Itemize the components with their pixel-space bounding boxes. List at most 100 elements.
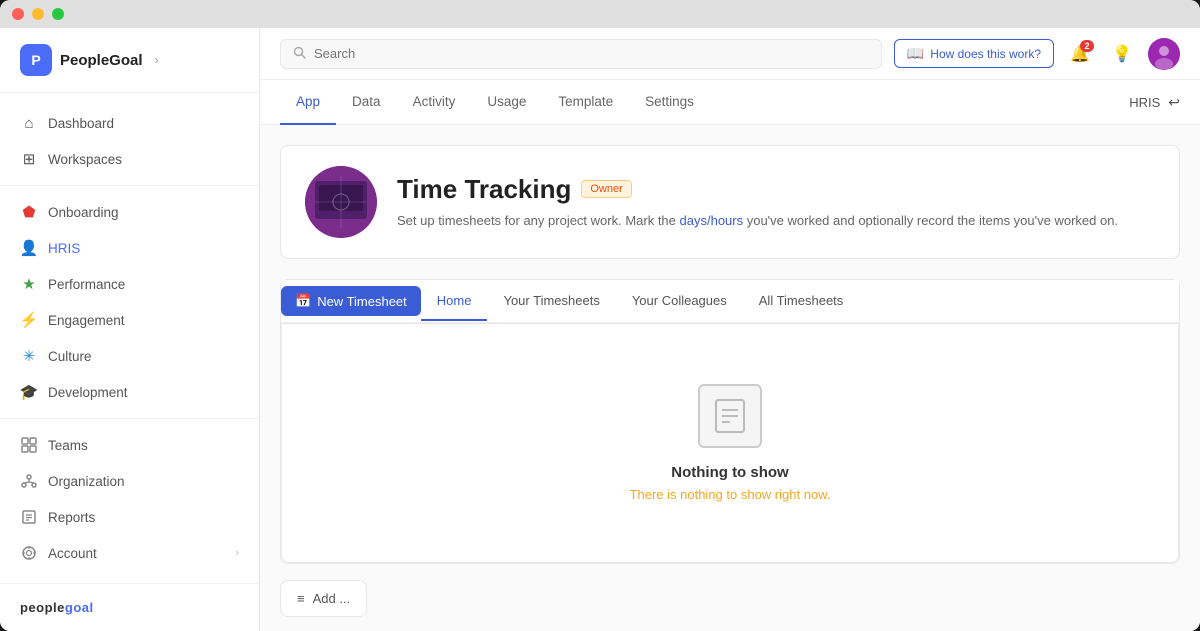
inner-tab-home[interactable]: Home — [421, 282, 488, 321]
sidebar-item-label: Dashboard — [48, 116, 114, 131]
help-label: How does this work? — [930, 47, 1041, 61]
topbar: 📖 How does this work? 🔔 2 💡 — [260, 28, 1200, 80]
sidebar-item-development[interactable]: 🎓 Development — [0, 374, 259, 410]
tabs-right[interactable]: HRIS ↩ — [1129, 94, 1180, 111]
home-icon: ⌂ — [20, 114, 38, 132]
sidebar-logo[interactable]: P PeopleGoal › — [0, 28, 259, 93]
sidebar-item-engagement[interactable]: ⚡ Engagement — [0, 302, 259, 338]
sidebar-item-label: Workspaces — [48, 152, 122, 167]
main-content: 📖 How does this work? 🔔 2 💡 — [260, 28, 1200, 631]
notification-badge: 2 — [1080, 40, 1094, 52]
sidebar-item-label: Engagement — [48, 313, 125, 328]
empty-subtitle: There is nothing to show right now. — [630, 487, 831, 502]
tab-usage[interactable]: Usage — [471, 80, 542, 125]
app-title-row: Time Tracking Owner — [397, 174, 1155, 205]
sidebar-item-label: Performance — [48, 277, 125, 292]
help-button[interactable]: 📖 How does this work? — [894, 39, 1054, 68]
hris-icon: 👤 — [20, 239, 38, 257]
sidebar-item-label: HRIS — [48, 241, 80, 256]
sidebar-item-label: Account — [48, 546, 97, 561]
tab-app[interactable]: App — [280, 80, 336, 125]
add-label: Add ... — [313, 591, 351, 606]
org-icon — [20, 472, 38, 490]
lightbulb-button[interactable]: 💡 — [1106, 38, 1138, 70]
notification-button[interactable]: 🔔 2 — [1064, 38, 1096, 70]
swap-icon: ↩ — [1168, 94, 1180, 111]
description-part1: Set up timesheets for any project work. … — [397, 213, 680, 228]
grid-icon: ⊞ — [20, 150, 38, 168]
document-icon — [698, 384, 762, 448]
add-icon: ≡ — [297, 591, 305, 606]
chevron-right-icon: › — [155, 53, 159, 67]
search-icon — [293, 46, 306, 62]
empty-state: Nothing to show There is nothing to show… — [281, 323, 1179, 563]
content-card: 📅 New Timesheet Home Your Timesheets You… — [280, 279, 1180, 564]
calendar-icon: 📅 — [295, 293, 311, 309]
search-input[interactable] — [314, 46, 869, 61]
topbar-right: 📖 How does this work? 🔔 2 💡 — [894, 38, 1180, 70]
app-body: P PeopleGoal › ⌂ Dashboard ⊞ Workspaces … — [0, 28, 1200, 631]
sidebar-item-teams[interactable]: Teams — [0, 427, 259, 463]
app-tabs-bar: App Data Activity Usage Template Setting… — [260, 80, 1200, 125]
app-logo-inner — [305, 166, 377, 238]
app-logo — [305, 166, 377, 238]
search-box[interactable] — [280, 39, 882, 69]
sidebar-item-label: Teams — [48, 438, 88, 453]
sidebar-footer: peoplegoal — [0, 583, 259, 631]
tabs-left: App Data Activity Usage Template Setting… — [280, 80, 710, 124]
tab-data[interactable]: Data — [336, 80, 397, 125]
star-icon: ★ — [20, 275, 38, 293]
tab-activity[interactable]: Activity — [397, 80, 472, 125]
inner-tab-your-colleagues[interactable]: Your Colleagues — [616, 282, 743, 321]
inner-tab-your-timesheets[interactable]: Your Timesheets — [487, 282, 615, 321]
tab-settings[interactable]: Settings — [629, 80, 710, 125]
footer-logo: peoplegoal — [20, 600, 239, 615]
logo-icon: P — [20, 44, 52, 76]
maximize-button[interactable] — [52, 8, 64, 20]
description-part2: you've worked and optionally record the … — [743, 213, 1118, 228]
sidebar-item-onboarding[interactable]: ⬟ Onboarding — [0, 194, 259, 230]
add-button[interactable]: ≡ Add ... — [280, 580, 367, 617]
app-description: Set up timesheets for any project work. … — [397, 211, 1155, 231]
account-icon — [20, 544, 38, 562]
lightbulb-icon: 💡 — [1112, 44, 1132, 64]
new-timesheet-label: New Timesheet — [317, 294, 407, 309]
sidebar: P PeopleGoal › ⌂ Dashboard ⊞ Workspaces … — [0, 28, 260, 631]
close-button[interactable] — [12, 8, 24, 20]
sidebar-item-label: Onboarding — [48, 205, 119, 220]
sidebar-item-label: Development — [48, 385, 128, 400]
sidebar-item-performance[interactable]: ★ Performance — [0, 266, 259, 302]
app-window: P PeopleGoal › ⌂ Dashboard ⊞ Workspaces … — [0, 0, 1200, 631]
reports-icon — [20, 508, 38, 526]
owner-badge: Owner — [581, 180, 631, 198]
sidebar-nav: ⌂ Dashboard ⊞ Workspaces ⬟ Onboarding 👤 … — [0, 93, 259, 583]
tab-template[interactable]: Template — [542, 80, 629, 125]
culture-icon: ✳ — [20, 347, 38, 365]
sidebar-item-dashboard[interactable]: ⌂ Dashboard — [0, 105, 259, 141]
sidebar-item-culture[interactable]: ✳ Culture — [0, 338, 259, 374]
teams-icon — [20, 436, 38, 454]
sidebar-item-hris[interactable]: 👤 HRIS — [0, 230, 259, 266]
new-timesheet-button[interactable]: 📅 New Timesheet — [281, 286, 421, 316]
user-avatar[interactable] — [1148, 38, 1180, 70]
sidebar-item-label: Organization — [48, 474, 125, 489]
inner-tabs-row: 📅 New Timesheet Home Your Timesheets You… — [281, 280, 1179, 323]
onboarding-icon: ⬟ — [20, 203, 38, 221]
sidebar-item-label: Reports — [48, 510, 95, 525]
sidebar-item-workspaces[interactable]: ⊞ Workspaces — [0, 141, 259, 177]
minimize-button[interactable] — [32, 8, 44, 20]
app-header-info: Time Tracking Owner Set up timesheets fo… — [397, 174, 1155, 231]
nav-divider — [0, 185, 259, 186]
sidebar-item-label: Culture — [48, 349, 92, 364]
description-highlight: days/hours — [680, 213, 744, 228]
app-title: Time Tracking — [397, 174, 571, 205]
sidebar-item-reports[interactable]: Reports — [0, 499, 259, 535]
book-icon: 📖 — [907, 45, 924, 62]
chevron-right-icon: › — [235, 547, 239, 559]
sidebar-item-organization[interactable]: Organization — [0, 463, 259, 499]
logo-text: PeopleGoal — [60, 52, 143, 69]
sidebar-item-account[interactable]: Account › — [0, 535, 259, 571]
hris-label: HRIS — [1129, 95, 1160, 110]
app-header-card: Time Tracking Owner Set up timesheets fo… — [280, 145, 1180, 259]
inner-tab-all-timesheets[interactable]: All Timesheets — [743, 282, 860, 321]
